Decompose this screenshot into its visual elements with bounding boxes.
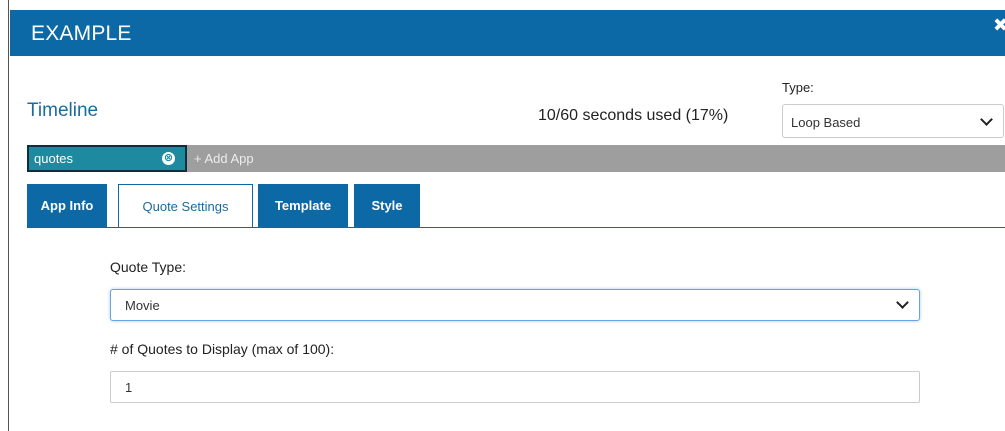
quote-count-label: # of Quotes to Display (max of 100): bbox=[110, 341, 335, 357]
app-chip-quotes[interactable]: quotes ⊗ bbox=[27, 145, 187, 172]
chevron-down-icon bbox=[896, 296, 909, 309]
tabs-underline bbox=[27, 227, 1005, 228]
quote-count-input[interactable] bbox=[110, 371, 920, 403]
add-app-button[interactable]: + Add App bbox=[194, 151, 254, 166]
quote-type-label: Quote Type: bbox=[110, 259, 187, 275]
chevron-down-icon bbox=[980, 113, 993, 126]
close-icon[interactable]: ✖ bbox=[993, 16, 1005, 34]
quote-type-value: Movie bbox=[125, 298, 160, 313]
modal-title: EXAMPLE bbox=[31, 22, 132, 45]
type-label: Type: bbox=[782, 80, 814, 95]
type-select-value: Loop Based bbox=[791, 115, 861, 130]
modal-header: EXAMPLE ✖ bbox=[10, 10, 1005, 56]
left-border bbox=[8, 0, 9, 431]
type-select[interactable]: Loop Based bbox=[782, 104, 1004, 138]
tab-template[interactable]: Template bbox=[258, 184, 348, 227]
timeline-title: Timeline bbox=[27, 100, 99, 121]
tab-quote-settings[interactable]: Quote Settings bbox=[118, 184, 253, 228]
app-chip-label: quotes bbox=[34, 151, 74, 166]
tab-app-info[interactable]: App Info bbox=[27, 184, 107, 227]
quote-type-select[interactable]: Movie bbox=[110, 289, 920, 321]
tab-style[interactable]: Style bbox=[354, 184, 420, 227]
remove-chip-icon[interactable]: ⊗ bbox=[162, 152, 175, 165]
seconds-used-text: 10/60 seconds used (17%) bbox=[538, 107, 729, 124]
apps-bar: quotes ⊗ + Add App bbox=[27, 145, 1005, 172]
